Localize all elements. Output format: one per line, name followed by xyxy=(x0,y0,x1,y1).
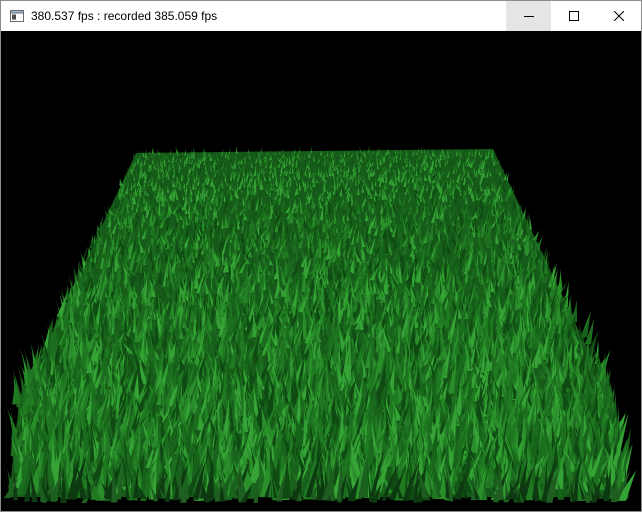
window-title: 380.537 fps : recorded 385.059 fps xyxy=(31,9,218,23)
maximize-button[interactable] xyxy=(551,1,596,31)
close-icon xyxy=(613,11,624,21)
maximize-icon xyxy=(568,11,579,21)
app-window-icon xyxy=(10,10,24,22)
minimize-icon xyxy=(523,16,534,17)
window-controls xyxy=(506,1,641,31)
close-button[interactable] xyxy=(596,1,641,31)
app-window: 380.537 fps : recorded 385.059 fps xyxy=(0,0,642,512)
title-bar[interactable]: 380.537 fps : recorded 385.059 fps xyxy=(1,1,641,31)
minimize-button[interactable] xyxy=(506,1,551,31)
grass-scene xyxy=(1,31,641,511)
render-viewport[interactable] xyxy=(1,31,641,511)
